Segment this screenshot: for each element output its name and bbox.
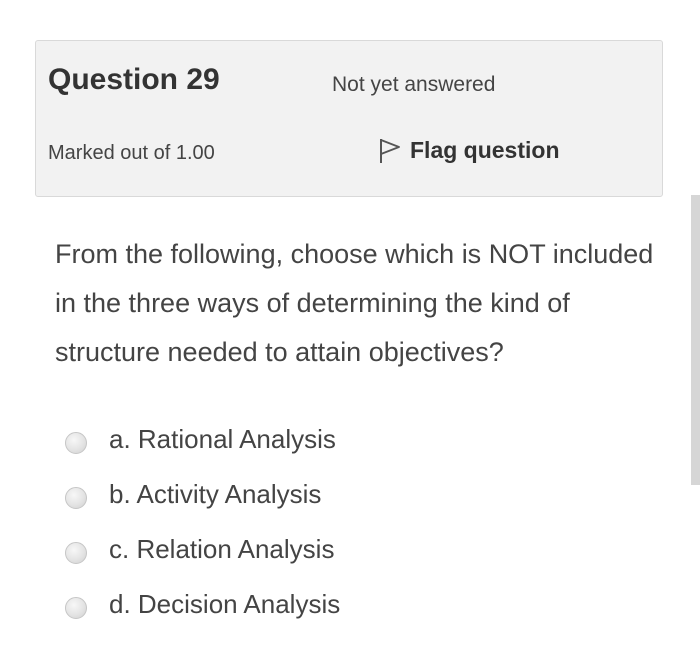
flag-question-label: Flag question: [410, 136, 560, 163]
answer-option-d[interactable]: d. Decision Analysis: [65, 577, 665, 632]
answer-label: b. Activity Analysis: [109, 479, 322, 509]
flag-question-button[interactable]: Flag question: [376, 135, 560, 165]
radio-button[interactable]: [65, 486, 87, 509]
radio-button[interactable]: [65, 431, 87, 454]
answer-list: a. Rational Analysis b. Activity Analysi…: [65, 412, 665, 632]
answer-option-a[interactable]: a. Rational Analysis: [65, 412, 665, 467]
radio-button[interactable]: [65, 596, 87, 619]
radio-button[interactable]: [65, 541, 87, 564]
flag-icon: [376, 135, 404, 165]
answer-label: a. Rational Analysis: [109, 424, 336, 454]
question-text: From the following, choose which is NOT …: [55, 239, 654, 367]
answer-label: d. Decision Analysis: [109, 589, 341, 619]
question-grade: Marked out of 1.00: [48, 142, 215, 164]
question-number: Question 29: [48, 63, 220, 96]
question-status: Not yet answered: [332, 73, 496, 96]
answer-option-c[interactable]: c. Relation Analysis: [65, 522, 665, 577]
question-info-panel: Question 29 Not yet answered Marked out …: [35, 40, 663, 197]
answer-label: c. Relation Analysis: [109, 534, 335, 564]
answer-option-b[interactable]: b. Activity Analysis: [65, 467, 665, 522]
scrollbar[interactable]: [691, 195, 700, 485]
